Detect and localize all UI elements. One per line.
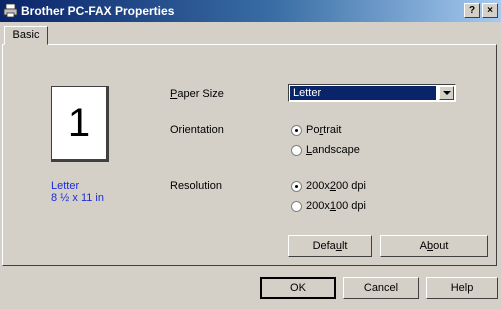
- paper-size-select[interactable]: Letter: [288, 84, 456, 102]
- help-title-button[interactable]: ?: [464, 3, 480, 18]
- resolution-standard-radio[interactable]: [291, 201, 302, 212]
- orientation-label: Orientation: [170, 124, 224, 136]
- tab-basic[interactable]: Basic: [4, 26, 48, 45]
- preview-paper-dimensions: 8 ½ x 11 in: [51, 192, 104, 204]
- resolution-standard-label[interactable]: 200x100 dpi: [306, 200, 366, 212]
- landscape-radio[interactable]: [291, 145, 302, 156]
- resolution-fine-radio[interactable]: [291, 181, 302, 192]
- title-bar[interactable]: Brother PC-FAX Properties ? ×: [0, 0, 501, 22]
- chevron-down-icon[interactable]: [439, 86, 454, 100]
- resolution-fine-label[interactable]: 200x200 dpi: [306, 180, 366, 192]
- landscape-label[interactable]: Landscape: [306, 144, 360, 156]
- cancel-button[interactable]: Cancel: [343, 277, 419, 299]
- paper-size-label: Paper Size: [170, 88, 224, 100]
- default-button[interactable]: Default: [288, 235, 372, 257]
- paper-preview: 1: [51, 86, 109, 162]
- ok-button[interactable]: OK: [260, 277, 336, 299]
- properties-dialog: Brother PC-FAX Properties ? × Basic 1 Le…: [0, 0, 501, 309]
- window-title: Brother PC-FAX Properties: [21, 4, 175, 18]
- portrait-radio[interactable]: [291, 125, 302, 136]
- printer-icon: [3, 3, 18, 18]
- close-button[interactable]: ×: [482, 3, 498, 18]
- preview-paper-name: Letter: [51, 180, 80, 192]
- portrait-label[interactable]: Portrait: [306, 124, 341, 136]
- paper-size-value: Letter: [290, 86, 436, 100]
- help-button[interactable]: Help: [426, 277, 498, 299]
- resolution-label: Resolution: [170, 180, 222, 192]
- about-button[interactable]: About: [380, 235, 488, 257]
